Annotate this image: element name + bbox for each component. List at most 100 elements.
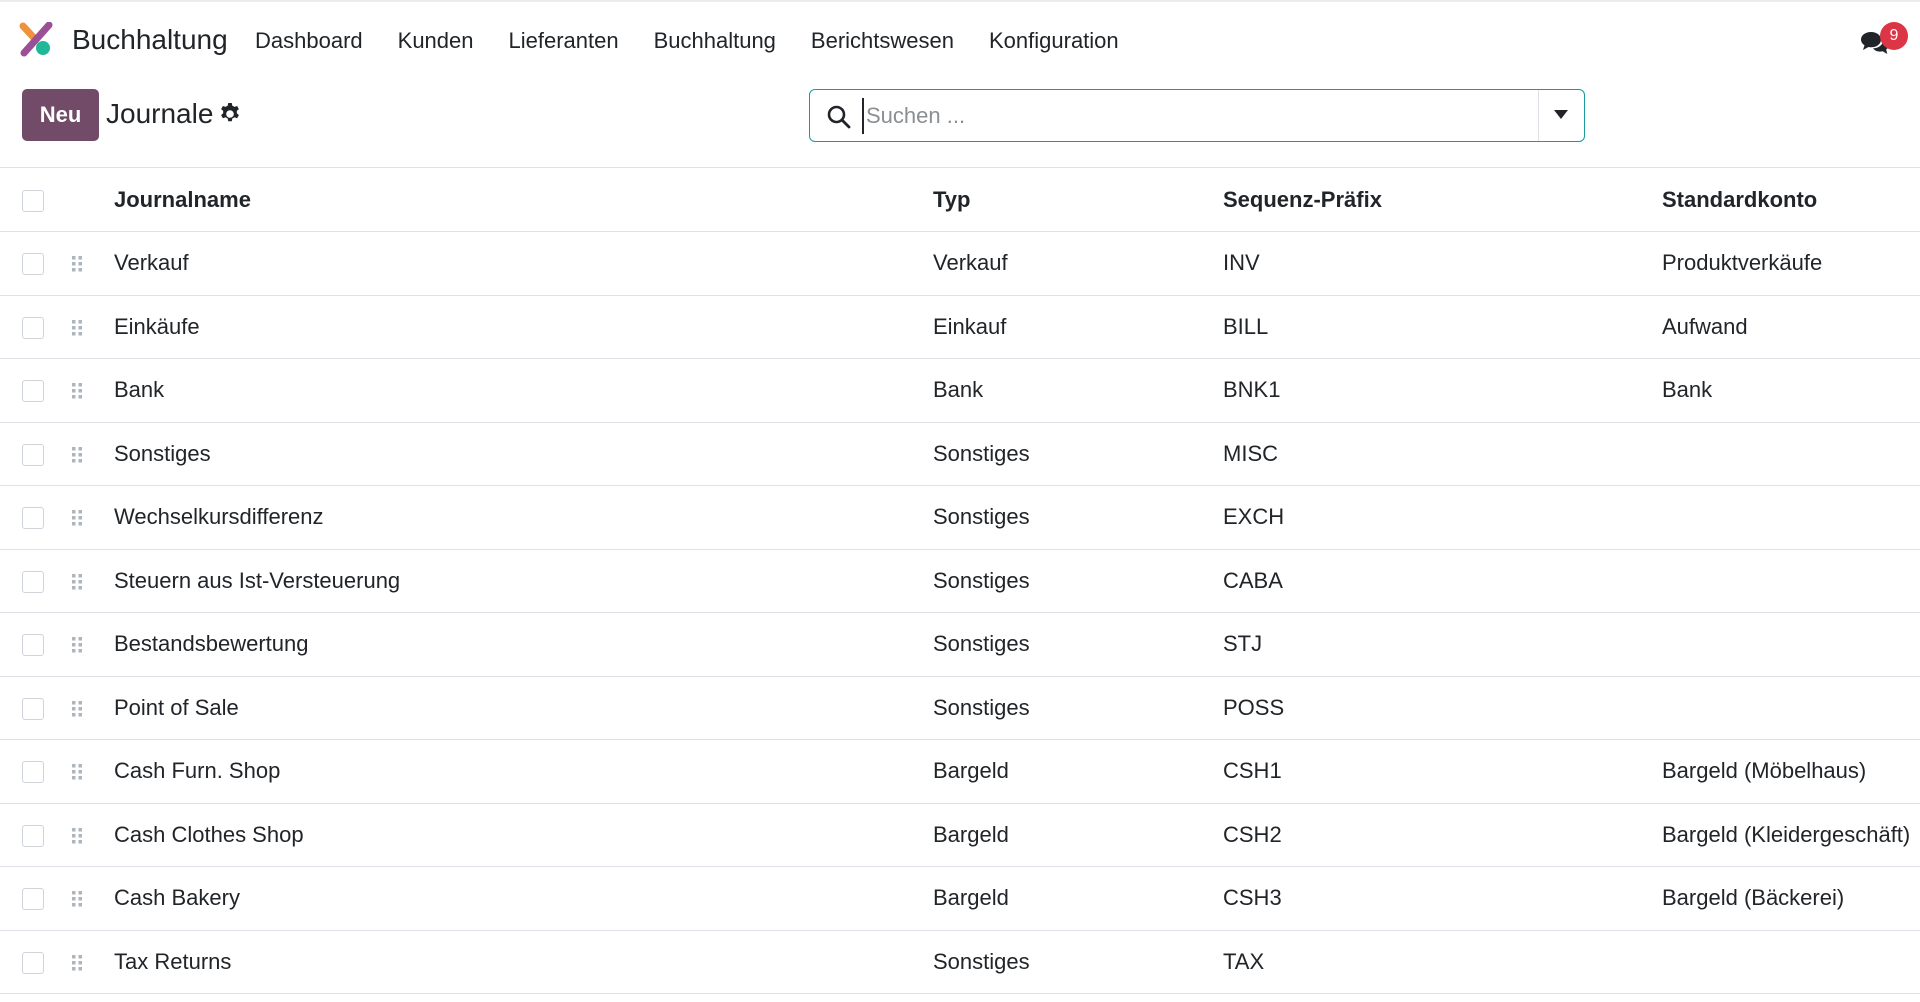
column-header-typ[interactable]: Typ	[933, 168, 1223, 232]
journal-name-cell[interactable]: Cash Clothes Shop	[114, 803, 933, 867]
journal-type-cell[interactable]: Bargeld	[933, 803, 1223, 867]
menu-item-dashboard[interactable]: Dashboard	[255, 28, 363, 54]
drag-handle-icon[interactable]	[70, 317, 84, 339]
journal-name-cell[interactable]: Wechselkursdifferenz	[114, 486, 933, 550]
row-checkbox[interactable]	[22, 443, 44, 466]
journal-name-cell[interactable]: Cash Bakery	[114, 867, 933, 931]
menu-item-berichtswesen[interactable]: Berichtswesen	[811, 28, 954, 54]
journal-type-cell[interactable]: Bank	[933, 359, 1223, 423]
table-row[interactable]: Bestandsbewertung Sonstiges STJ	[0, 613, 1920, 677]
default-account-cell[interactable]: Bargeld (Kleidergeschäft)	[1662, 803, 1920, 867]
drag-handle-icon[interactable]	[70, 825, 84, 847]
sequence-prefix-cell[interactable]: INV	[1223, 232, 1662, 296]
app-title[interactable]: Buchhaltung	[72, 24, 228, 56]
column-header-standardkonto[interactable]: Standardkonto	[1662, 168, 1920, 232]
journal-type-cell[interactable]: Einkauf	[933, 295, 1223, 359]
table-row[interactable]: Bank Bank BNK1 Bank	[0, 359, 1920, 423]
sequence-prefix-cell[interactable]: CSH3	[1223, 867, 1662, 931]
menu-item-kunden[interactable]: Kunden	[398, 28, 474, 54]
table-row[interactable]: Cash Clothes Shop Bargeld CSH2 Bargeld (Kle…	[0, 803, 1920, 867]
sequence-prefix-cell[interactable]: EXCH	[1223, 486, 1662, 550]
menu-item-buchhaltung[interactable]: Buchhaltung	[654, 28, 776, 54]
row-checkbox[interactable]	[22, 253, 44, 276]
drag-handle-icon[interactable]	[70, 952, 84, 974]
journal-type-cell[interactable]: Sonstiges	[933, 613, 1223, 677]
table-row[interactable]: Einkäufe Einkauf BILL Aufwand	[0, 295, 1920, 359]
journal-name-cell[interactable]: Einkäufe	[114, 295, 933, 359]
messages-button[interactable]: 9	[1860, 22, 1908, 58]
table-row[interactable]: Verkauf Verkauf INV Produktverkäufe	[0, 232, 1920, 296]
drag-handle-icon[interactable]	[70, 571, 84, 593]
default-account-cell[interactable]	[1662, 930, 1920, 994]
table-row[interactable]: Cash Furn. Shop Bargeld CSH1 Bargeld (Möbel…	[0, 740, 1920, 804]
journal-type-cell[interactable]: Verkauf	[933, 232, 1223, 296]
journal-name-cell[interactable]: Cash Furn. Shop	[114, 740, 933, 804]
default-account-cell[interactable]: Bargeld (Möbelhaus)	[1662, 740, 1920, 804]
journal-name-cell[interactable]: Bank	[114, 359, 933, 423]
drag-handle-icon[interactable]	[70, 380, 84, 402]
select-all-checkbox[interactable]	[22, 189, 44, 212]
table-row[interactable]: Steuern aus Ist-Versteuerung Sonstiges CAB…	[0, 549, 1920, 613]
menu-item-konfiguration[interactable]: Konfiguration	[989, 28, 1119, 54]
row-checkbox[interactable]	[22, 570, 44, 593]
sequence-prefix-cell[interactable]: BNK1	[1223, 359, 1662, 423]
sequence-prefix-cell[interactable]: CSH1	[1223, 740, 1662, 804]
gear-icon[interactable]	[218, 102, 242, 126]
journal-name-cell[interactable]: Verkauf	[114, 232, 933, 296]
page-title[interactable]: Journale	[106, 98, 213, 130]
journal-name-cell[interactable]: Bestandsbewertung	[114, 613, 933, 677]
journal-type-cell[interactable]: Sonstiges	[933, 486, 1223, 550]
drag-handle-icon[interactable]	[70, 888, 84, 910]
sequence-prefix-cell[interactable]: MISC	[1223, 422, 1662, 486]
journal-type-cell[interactable]: Sonstiges	[933, 422, 1223, 486]
drag-handle-icon[interactable]	[70, 444, 84, 466]
table-row[interactable]: Sonstiges Sonstiges MISC	[0, 422, 1920, 486]
sequence-prefix-cell[interactable]: TAX	[1223, 930, 1662, 994]
row-checkbox[interactable]	[22, 634, 44, 657]
sequence-prefix-cell[interactable]: POSS	[1223, 676, 1662, 740]
sequence-prefix-cell[interactable]: STJ	[1223, 613, 1662, 677]
drag-handle-icon[interactable]	[70, 761, 84, 783]
journal-type-cell[interactable]: Sonstiges	[933, 676, 1223, 740]
sequence-prefix-cell[interactable]: BILL	[1223, 295, 1662, 359]
drag-handle-icon[interactable]	[70, 634, 84, 656]
menu-item-lieferanten[interactable]: Lieferanten	[509, 28, 619, 54]
search-options-toggle[interactable]	[1539, 90, 1585, 141]
default-account-cell[interactable]	[1662, 549, 1920, 613]
column-header-journalname[interactable]: Journalname	[114, 168, 933, 232]
column-header-sequenz-praefix[interactable]: Sequenz-Präfix	[1223, 168, 1662, 232]
row-checkbox[interactable]	[22, 507, 44, 530]
row-checkbox[interactable]	[22, 824, 44, 847]
table-row[interactable]: Wechselkursdifferenz Sonstiges EXCH	[0, 486, 1920, 550]
default-account-cell[interactable]: Bargeld (Bäckerei)	[1662, 867, 1920, 931]
row-checkbox[interactable]	[22, 697, 44, 720]
row-checkbox[interactable]	[22, 888, 44, 911]
drag-handle-icon[interactable]	[70, 507, 84, 529]
row-checkbox[interactable]	[22, 761, 44, 784]
default-account-cell[interactable]	[1662, 422, 1920, 486]
default-account-cell[interactable]	[1662, 613, 1920, 677]
row-checkbox[interactable]	[22, 316, 44, 339]
table-row[interactable]: Cash Bakery Bargeld CSH3 Bargeld (Bäckerei)	[0, 867, 1920, 931]
sequence-prefix-cell[interactable]: CABA	[1223, 549, 1662, 613]
default-account-cell[interactable]: Aufwand	[1662, 295, 1920, 359]
default-account-cell[interactable]: Bank	[1662, 359, 1920, 423]
sequence-prefix-cell[interactable]: CSH2	[1223, 803, 1662, 867]
drag-handle-icon[interactable]	[70, 698, 84, 720]
search-input[interactable]	[862, 98, 1542, 134]
row-checkbox[interactable]	[22, 380, 44, 403]
default-account-cell[interactable]: Produktverkäufe	[1662, 232, 1920, 296]
journal-type-cell[interactable]: Bargeld	[933, 740, 1223, 804]
journal-name-cell[interactable]: Sonstiges	[114, 422, 933, 486]
default-account-cell[interactable]	[1662, 486, 1920, 550]
default-account-cell[interactable]	[1662, 676, 1920, 740]
drag-handle-icon[interactable]	[70, 253, 84, 275]
new-button[interactable]: Neu	[22, 89, 99, 141]
journal-type-cell[interactable]: Sonstiges	[933, 930, 1223, 994]
journal-type-cell[interactable]: Bargeld	[933, 867, 1223, 931]
journal-name-cell[interactable]: Steuern aus Ist-Versteuerung	[114, 549, 933, 613]
table-row[interactable]: Tax Returns Sonstiges TAX	[0, 930, 1920, 994]
table-row[interactable]: Point of Sale Sonstiges POSS	[0, 676, 1920, 740]
journal-name-cell[interactable]: Point of Sale	[114, 676, 933, 740]
app-logo-icon[interactable]	[19, 21, 55, 58]
